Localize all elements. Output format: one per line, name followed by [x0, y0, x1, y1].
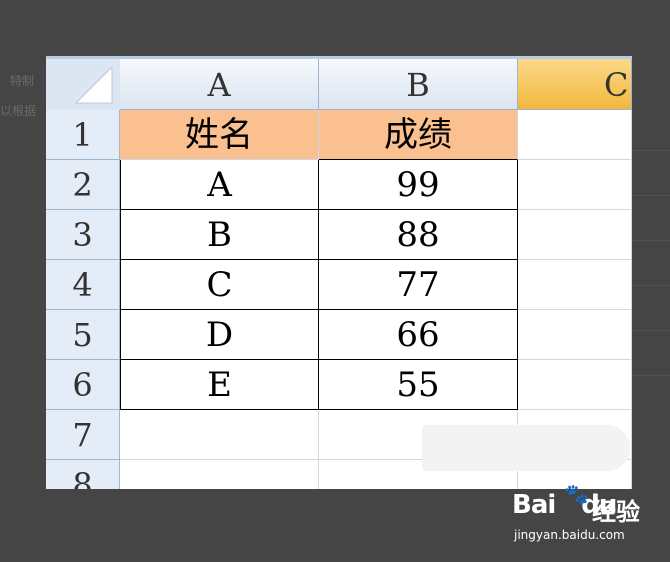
blurred-overlay [422, 425, 630, 471]
row-header-7[interactable]: 7 [46, 410, 120, 460]
cell-b5[interactable]: 66 [319, 310, 518, 360]
cell-a1[interactable]: 姓名 [120, 110, 319, 160]
watermark-url: jingyan.baidu.com [514, 528, 625, 542]
cell-c1[interactable] [518, 110, 632, 160]
row-header-4[interactable]: 4 [46, 260, 120, 310]
row-header-6[interactable]: 6 [46, 360, 120, 410]
background-row-line [632, 240, 670, 241]
column-header-a[interactable]: A [120, 59, 319, 110]
cell-a2[interactable]: A [120, 160, 319, 210]
background-row-line [632, 150, 670, 151]
cell-a8[interactable] [120, 460, 319, 489]
cell-c2[interactable] [518, 160, 632, 210]
watermark-brand: 经验 [592, 498, 640, 526]
paw-icon: 🐾 [564, 482, 589, 506]
select-all-corner[interactable] [46, 59, 121, 111]
cell-a6[interactable]: E [120, 360, 319, 410]
row-header-3[interactable]: 3 [46, 210, 120, 260]
cell-b3[interactable]: 88 [319, 210, 518, 260]
cell-b6[interactable]: 55 [319, 360, 518, 410]
row-header-8[interactable]: 8 [46, 460, 120, 489]
cell-c5[interactable] [518, 310, 632, 360]
cell-a7[interactable] [120, 410, 319, 460]
cell-c4[interactable] [518, 260, 632, 310]
cell-c6[interactable] [518, 360, 632, 410]
cell-a3[interactable]: B [120, 210, 319, 260]
column-header-b[interactable]: B [319, 59, 518, 110]
background-row-line [632, 330, 670, 331]
row-header-1[interactable]: 1 [46, 110, 120, 160]
background-row-line [632, 285, 670, 286]
cell-b4[interactable]: 77 [319, 260, 518, 310]
select-all-triangle-icon [74, 65, 113, 104]
cell-a5[interactable]: D [120, 310, 319, 360]
cell-b2[interactable]: 99 [319, 160, 518, 210]
column-header-c[interactable]: C [518, 59, 632, 110]
background-text-2: 以根据 [0, 104, 37, 118]
row-header-2[interactable]: 2 [46, 160, 120, 210]
background-row-line [632, 375, 670, 376]
background-text-1: 特制 [10, 74, 35, 88]
baidu-jingyan-watermark: Bai du 🐾 经验 jingyan.baidu.com [512, 482, 640, 542]
row-header-5[interactable]: 5 [46, 310, 120, 360]
cell-a4[interactable]: C [120, 260, 319, 310]
background-row-line [632, 195, 670, 196]
cell-b1[interactable]: 成绩 [319, 110, 518, 160]
cell-c3[interactable] [518, 210, 632, 260]
